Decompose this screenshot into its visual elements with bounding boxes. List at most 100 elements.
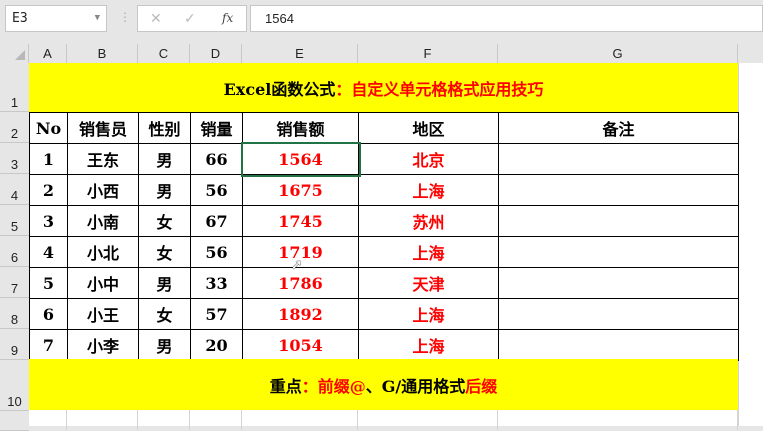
row-header-10[interactable]: 10 bbox=[0, 360, 29, 411]
cell-D9[interactable]: 20 bbox=[190, 329, 243, 361]
enter-icon[interactable]: ✓ bbox=[184, 6, 196, 31]
table-row: 3 小南女 67 1745 苏州 bbox=[29, 205, 739, 237]
cell-F8[interactable]: 上海 bbox=[358, 298, 499, 330]
cell-E3[interactable]: 1564 bbox=[240, 141, 361, 177]
row-header-7[interactable]: 7 bbox=[0, 267, 29, 298]
title-cell[interactable]: Excel函数公式 ：自定义单元格格式应用技巧 bbox=[29, 63, 738, 112]
cell-C5[interactable]: 女 bbox=[138, 205, 191, 237]
row-header-5[interactable]: 5 bbox=[0, 205, 29, 236]
row-header-6[interactable]: 6 bbox=[0, 236, 29, 267]
cell-D3[interactable]: 66 bbox=[190, 143, 243, 175]
cell-A9[interactable]: 7 bbox=[29, 329, 68, 361]
cell-D6[interactable]: 56 bbox=[190, 236, 243, 268]
cell-B4[interactable]: 小西 bbox=[67, 174, 139, 206]
title-text: Excel函数公式 bbox=[223, 79, 336, 99]
cell-F4[interactable]: 上海 bbox=[358, 174, 499, 206]
cell-G5[interactable] bbox=[498, 205, 739, 237]
formula-input[interactable]: 1564 bbox=[250, 5, 763, 32]
table-row: 7 小李男 20 1054 上海 bbox=[29, 329, 739, 361]
cell-C3[interactable]: 男 bbox=[138, 143, 191, 175]
cell-G6[interactable] bbox=[498, 236, 739, 268]
cell-C6[interactable]: 女 bbox=[138, 236, 191, 268]
cell-C8[interactable]: 女 bbox=[138, 298, 191, 330]
row-header-2[interactable]: 2 bbox=[0, 112, 29, 143]
row-header-1[interactable]: 1 bbox=[0, 63, 29, 112]
cell-B7[interactable]: 小中 bbox=[67, 267, 139, 299]
column-header-E[interactable]: E bbox=[242, 44, 358, 63]
header-row: No 销售员 性别 销量 销售额 地区 备注 bbox=[29, 112, 739, 144]
cell-C4[interactable]: 男 bbox=[138, 174, 191, 206]
column-header-D[interactable]: D bbox=[190, 44, 242, 63]
cell-F7[interactable]: 天津 bbox=[358, 267, 499, 299]
cancel-icon[interactable]: ✕ bbox=[150, 6, 162, 31]
row-header-extra[interactable] bbox=[0, 411, 29, 431]
select-all-button[interactable] bbox=[0, 44, 29, 63]
table-row: 4 小北女 56 1719 上海 bbox=[29, 236, 739, 268]
column-header-B[interactable]: B bbox=[67, 44, 138, 63]
cell-E5[interactable]: 1745 bbox=[242, 205, 359, 237]
gridline bbox=[497, 410, 498, 430]
cell-F6[interactable]: 上海 bbox=[358, 236, 499, 268]
row-header-8[interactable]: 8 bbox=[0, 298, 29, 329]
cell-G3[interactable] bbox=[498, 143, 739, 175]
footer-cell[interactable]: 重点 ：前缀@ 、G/通用格式 后缀 bbox=[29, 359, 738, 410]
cell-C7[interactable]: 男 bbox=[138, 267, 191, 299]
row-header-3[interactable]: 3 bbox=[0, 143, 29, 174]
header-cell-F[interactable]: 地区 bbox=[358, 112, 499, 144]
cell-E9[interactable]: 1054 bbox=[242, 329, 359, 361]
cell-D4[interactable]: 56 bbox=[190, 174, 243, 206]
cell-D5[interactable]: 67 bbox=[190, 205, 243, 237]
sales-table: No 销售员 性别 销量 销售额 地区 备注 1 王东男 66 1564 北京 2 小西男 56 1675 上海… bbox=[29, 112, 739, 361]
header-cell-D[interactable]: 销量 bbox=[190, 112, 243, 144]
footer-text-3: 、G/通用格式 bbox=[365, 376, 466, 396]
row-header-9[interactable]: 9 bbox=[0, 329, 29, 360]
row-header-4[interactable]: 4 bbox=[0, 174, 29, 205]
cell-B6[interactable]: 小北 bbox=[67, 236, 139, 268]
cell-F9[interactable]: 上海 bbox=[358, 329, 499, 361]
cell-E8[interactable]: 1892 bbox=[242, 298, 359, 330]
title-highlight: ：自定义单元格格式应用技巧 bbox=[335, 79, 544, 99]
sheet-grid[interactable]: Excel函数公式 ：自定义单元格格式应用技巧 No 销售员 性别 销量 销售额 地区 备注 1… bbox=[29, 63, 763, 430]
header-cell-B[interactable]: 销售员 bbox=[67, 112, 139, 144]
cell-D7[interactable]: 33 bbox=[190, 267, 243, 299]
cell-G9[interactable] bbox=[498, 329, 739, 361]
header-cell-G[interactable]: 备注 bbox=[498, 112, 739, 144]
cell-F5[interactable]: 苏州 bbox=[358, 205, 499, 237]
cell-C9[interactable]: 男 bbox=[138, 329, 191, 361]
column-header-C[interactable]: C bbox=[138, 44, 190, 63]
column-header-A[interactable]: A bbox=[29, 44, 67, 63]
table-row: 5 小中男 33 1786 天津 bbox=[29, 267, 739, 299]
gridline bbox=[137, 410, 138, 430]
table-row: 2 小西男 56 1675 上海 bbox=[29, 174, 739, 206]
cell-A7[interactable]: 5 bbox=[29, 267, 68, 299]
header-cell-C[interactable]: 性别 bbox=[138, 112, 191, 144]
cell-A3[interactable]: 1 bbox=[29, 143, 68, 175]
name-box[interactable]: E3 ▼ bbox=[5, 5, 107, 32]
header-cell-E[interactable]: 销售额 bbox=[242, 112, 359, 144]
drag-handle-icon[interactable]: ⋮ bbox=[119, 10, 131, 24]
cell-A8[interactable]: 6 bbox=[29, 298, 68, 330]
cell-F3[interactable]: 北京 bbox=[358, 143, 499, 175]
cell-A6[interactable]: 4 bbox=[29, 236, 68, 268]
table-row: 1 王东男 66 1564 北京 bbox=[29, 141, 739, 177]
mouse-cursor-icon: ➚ bbox=[291, 256, 303, 272]
column-header-F[interactable]: F bbox=[358, 44, 498, 63]
cell-D8[interactable]: 57 bbox=[190, 298, 243, 330]
chevron-down-icon[interactable]: ▼ bbox=[95, 6, 100, 31]
function-icon[interactable]: fx bbox=[222, 6, 233, 31]
cell-G8[interactable] bbox=[498, 298, 739, 330]
cell-B5[interactable]: 小南 bbox=[67, 205, 139, 237]
column-header-G[interactable]: G bbox=[498, 44, 738, 63]
cell-G7[interactable] bbox=[498, 267, 739, 299]
cell-A5[interactable]: 3 bbox=[29, 205, 68, 237]
cell-E4[interactable]: 1675 bbox=[242, 174, 359, 206]
header-cell-A[interactable]: No bbox=[29, 112, 68, 144]
cell-B9[interactable]: 小李 bbox=[67, 329, 139, 361]
cell-B3[interactable]: 王东 bbox=[67, 143, 139, 175]
cell-A4[interactable]: 2 bbox=[29, 174, 68, 206]
footer-text-2: ：前缀@ bbox=[301, 376, 366, 396]
cell-G4[interactable] bbox=[498, 174, 739, 206]
gridline bbox=[241, 410, 242, 430]
footer-text-4: 后缀 bbox=[465, 376, 498, 396]
cell-B8[interactable]: 小王 bbox=[67, 298, 139, 330]
